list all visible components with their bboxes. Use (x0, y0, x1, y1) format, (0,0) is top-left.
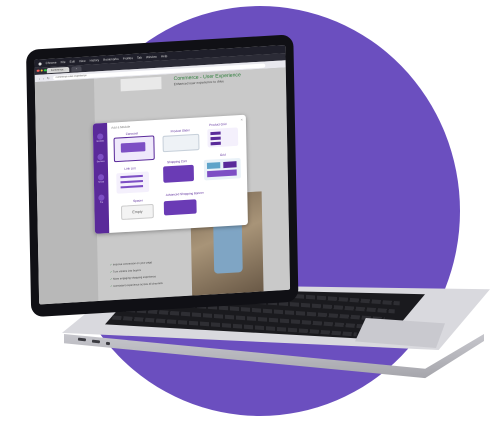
tile-label: Shopping Cart (167, 159, 187, 165)
headphone-port-icon (105, 341, 111, 345)
close-window-icon[interactable] (36, 69, 40, 72)
hero-card (120, 76, 162, 92)
module-tile-product-slider[interactable] (162, 133, 200, 153)
sidebar-item-label: Modules (96, 140, 105, 143)
tile-label: Link List (124, 166, 136, 171)
sidebar-item-sections[interactable] (97, 153, 104, 161)
modal-sidebar: Modules Sections Saved Pre (92, 122, 110, 234)
module-tile-spacer[interactable]: Empty (120, 203, 154, 221)
module-tile-grid[interactable] (203, 157, 241, 181)
sidebar-item-saved[interactable] (97, 174, 105, 181)
maximize-window-icon[interactable] (43, 68, 47, 72)
sidebar-item-modules[interactable] (97, 133, 104, 140)
tile-label: Product Slider (170, 128, 190, 134)
minimize-window-icon[interactable] (40, 68, 43, 72)
tile-label: Product Grid (209, 121, 227, 128)
sidebar-item-pre[interactable] (98, 194, 105, 201)
add-module-modal: Modules Sections Saved Pre Add a Module … (92, 114, 248, 234)
web-page: Commerce - User Experience Enhanced user… (34, 67, 291, 305)
tile-label: Spacer (133, 198, 143, 203)
tile-label: Grid (220, 152, 226, 158)
close-icon[interactable]: × (240, 117, 242, 122)
sidebar-item-label: Saved (98, 181, 105, 184)
page-left-panel (34, 78, 99, 305)
module-tile-advanced-shopping-banner[interactable] (163, 199, 197, 216)
new-tab-button[interactable]: + (71, 66, 82, 72)
module-tile-product-grid[interactable] (207, 127, 239, 148)
sidebar-item-label: Sections (96, 160, 105, 164)
laptop-lid: Chrome File Edit View History Bookmarks … (26, 34, 299, 318)
feature-list: Improve conversion on your page Turn vis… (110, 257, 192, 290)
window-controls (36, 68, 47, 72)
forward-icon[interactable]: › (43, 76, 44, 80)
apple-icon[interactable] (38, 61, 42, 66)
module-tile-shopping-cart[interactable] (163, 164, 194, 183)
stage: Chrome File Edit View History Bookmarks … (0, 0, 492, 423)
tile-label: Advanced Shopping Banner (165, 190, 204, 197)
back-icon[interactable]: ‹ (39, 76, 40, 80)
module-tile-link-list[interactable] (116, 171, 150, 194)
laptop-screen: Chrome File Edit View History Bookmarks … (34, 44, 291, 305)
reload-icon[interactable]: ↻ (47, 76, 50, 80)
module-tile-carousel[interactable] (113, 135, 155, 163)
sidebar-item-label: Pre (99, 201, 104, 204)
modal-title: Add a Module (111, 124, 131, 130)
tile-label: Carousel (125, 131, 138, 137)
